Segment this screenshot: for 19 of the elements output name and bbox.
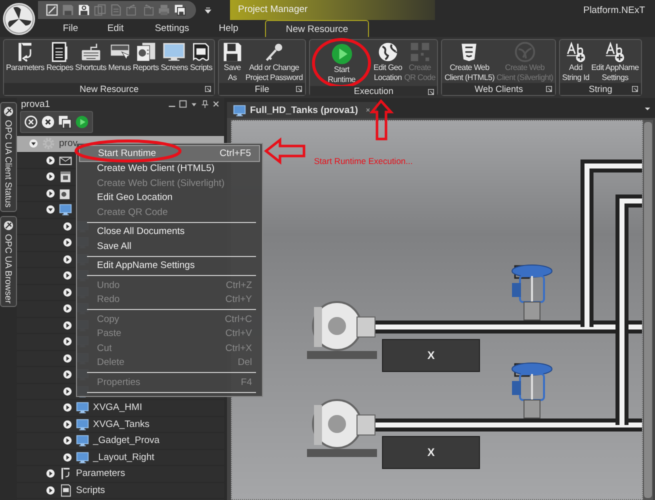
- tree-item-label: Scripts: [76, 484, 106, 496]
- group-title: New Resource: [80, 84, 139, 94]
- annotation-text: Start Runtime Execution...: [314, 156, 413, 166]
- value-display: X: [382, 339, 480, 372]
- group-title: String: [588, 84, 612, 94]
- panel-title: prova1: [21, 98, 50, 110]
- value-display: X: [382, 436, 480, 469]
- group-title: Web Clients: [474, 84, 523, 94]
- tree-item-label: _Layout_Right: [93, 452, 154, 463]
- document-tab-label: Full_HD_Tanks (prova1): [250, 104, 358, 116]
- app-name: Platform.NExT: [583, 4, 645, 16]
- group-title: File: [254, 84, 270, 94]
- tree-item-label: Parameters: [76, 468, 126, 480]
- tree-item-label: XVGA_Tanks: [93, 418, 150, 430]
- group-title: Execution: [354, 86, 394, 96]
- tree-item-label: _Gadget_Prova: [93, 435, 160, 446]
- tree-item-label: XVGA_HMI: [93, 402, 142, 414]
- context-tab-title: Project Manager: [230, 0, 435, 20]
- tree-item-label: prov: [59, 138, 78, 150]
